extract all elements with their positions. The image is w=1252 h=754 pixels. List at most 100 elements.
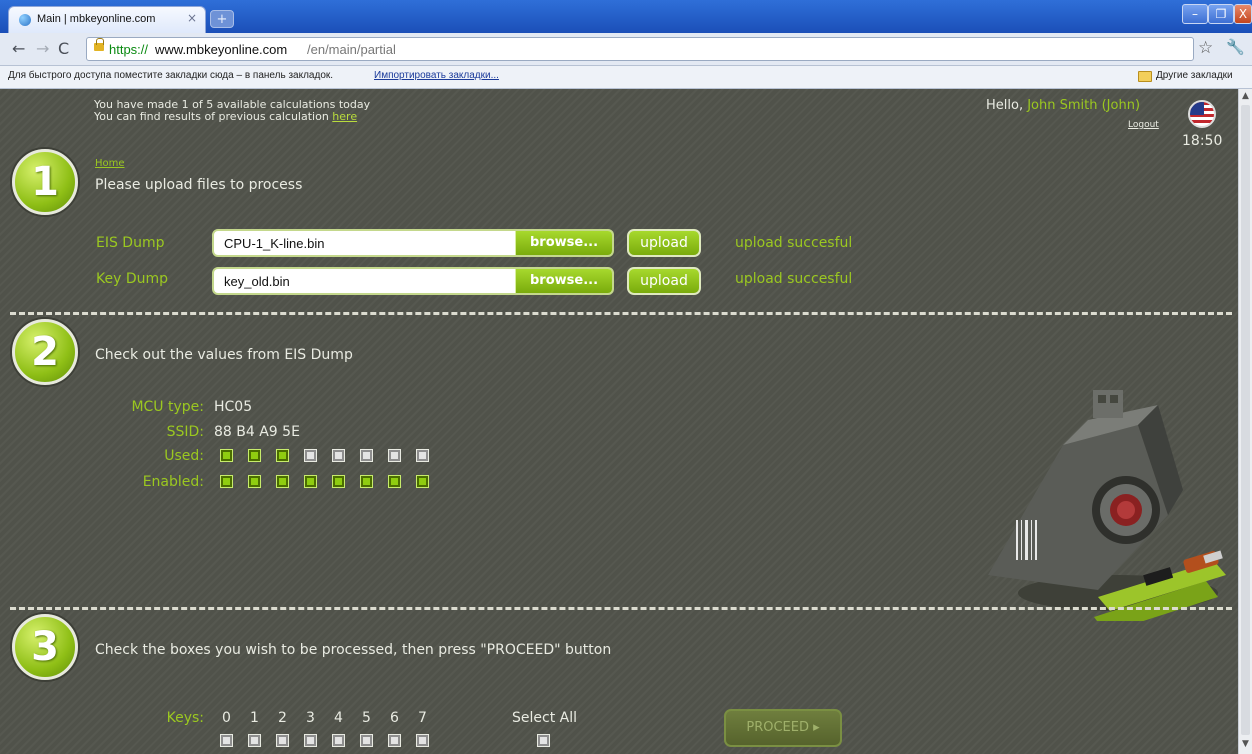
- address-bar[interactable]: https:// www.mbkeyonline.com /en/main/pa…: [86, 37, 1194, 61]
- mcu-type-label: MCU type:: [131, 399, 204, 415]
- vertical-scrollbar[interactable]: ▲ ▼: [1238, 89, 1252, 754]
- key-checkbox-7[interactable]: [416, 734, 429, 747]
- key-checkbox-6[interactable]: [388, 734, 401, 747]
- keys-label: Keys:: [166, 710, 204, 726]
- enabled-key-indicator-3: [304, 475, 317, 488]
- step-3-badge: 3: [12, 614, 78, 680]
- url-path: /en/main/partial: [307, 42, 396, 57]
- browser-toolbar: ← → C https:// www.mbkeyonline.com /en/m…: [0, 33, 1252, 66]
- key-checkbox-0[interactable]: [220, 734, 233, 747]
- greeting-prefix: Hello,: [986, 98, 1028, 113]
- eis-dump-file-input[interactable]: CPU-1_K-line.bin browse...: [212, 229, 614, 257]
- ecu-device-illustration: [988, 390, 1226, 621]
- used-key-indicator-5: [360, 449, 373, 462]
- star-icon[interactable]: ☆: [1198, 38, 1213, 58]
- eis-dump-label: EIS Dump: [96, 235, 165, 251]
- ssid-label: SSID:: [166, 424, 204, 440]
- close-window-button[interactable]: X: [1234, 4, 1252, 24]
- eis-upload-button[interactable]: upload: [627, 229, 701, 257]
- new-tab-button[interactable]: +: [210, 10, 234, 28]
- enabled-key-indicator-7: [416, 475, 429, 488]
- select-all-checkbox[interactable]: [537, 734, 550, 747]
- browser-tab[interactable]: Main | mbkeyonline.com ×: [8, 6, 206, 33]
- minimize-button[interactable]: –: [1182, 4, 1208, 24]
- step-2-heading: Check out the values from EIS Dump: [95, 347, 353, 363]
- reload-button[interactable]: C: [58, 39, 69, 58]
- key-dump-label: Key Dump: [96, 271, 169, 287]
- url-scheme: https://: [109, 42, 149, 57]
- select-all-label: Select All: [512, 710, 577, 726]
- import-bookmarks-link[interactable]: Импортировать закладки...: [374, 70, 499, 81]
- key-number-6: 6: [390, 710, 399, 726]
- logout-link[interactable]: Logout: [1128, 120, 1159, 130]
- forward-button[interactable]: →: [36, 39, 49, 58]
- eis-browse-button[interactable]: browse...: [515, 231, 612, 255]
- other-bookmarks-button[interactable]: Другие закладки: [1156, 70, 1233, 81]
- used-label: Used:: [164, 448, 204, 464]
- key-upload-status: upload succesful: [735, 271, 853, 287]
- scroll-thumb[interactable]: [1241, 105, 1250, 735]
- key-dump-file-input[interactable]: key_old.bin browse...: [212, 267, 614, 295]
- used-key-indicator-1: [248, 449, 261, 462]
- eis-dump-filename: CPU-1_K-line.bin: [224, 236, 325, 251]
- section-divider: [10, 607, 1232, 610]
- url-domain: www.mbkeyonline.com: [155, 42, 288, 57]
- step-3-heading: Check the boxes you wish to be processed…: [95, 642, 612, 658]
- proceed-button[interactable]: PROCEED ▸: [724, 709, 842, 747]
- maximize-button[interactable]: ❐: [1208, 4, 1234, 24]
- used-key-indicator-6: [388, 449, 401, 462]
- key-checkbox-2[interactable]: [276, 734, 289, 747]
- used-key-indicator-2: [276, 449, 289, 462]
- enabled-key-indicator-4: [332, 475, 345, 488]
- enabled-key-indicator-6: [388, 475, 401, 488]
- used-key-indicator-3: [304, 449, 317, 462]
- page-content: You have made 1 of 5 available calculati…: [0, 89, 1238, 754]
- window-titlebar: Main | mbkeyonline.com × + – ❐ X: [0, 0, 1252, 33]
- enabled-key-indicator-2: [276, 475, 289, 488]
- lock-icon: [94, 38, 104, 51]
- enabled-key-indicator-5: [360, 475, 373, 488]
- user-greeting: Hello, John Smith (John): [986, 98, 1140, 113]
- key-number-5: 5: [362, 710, 371, 726]
- tab-title: Main | mbkeyonline.com: [37, 13, 156, 25]
- clock: 18:50: [1182, 133, 1223, 149]
- step-1-heading: Please upload files to process: [95, 177, 303, 193]
- previous-results-link[interactable]: here: [332, 110, 357, 123]
- key-number-0: 0: [222, 710, 231, 726]
- used-key-indicator-7: [416, 449, 429, 462]
- section-divider: [10, 312, 1232, 315]
- key-upload-button[interactable]: upload: [627, 267, 701, 295]
- ssid-value: 88 B4 A9 5E: [214, 424, 300, 440]
- bookmarks-prompt: Для быстрого доступа поместите закладки …: [8, 70, 334, 81]
- step-2-badge: 2: [12, 319, 78, 385]
- bookmarks-bar: Для быстрого доступа поместите закладки …: [0, 66, 1252, 89]
- folder-icon: [1138, 71, 1152, 82]
- wrench-icon[interactable]: 🔧: [1226, 38, 1245, 56]
- previous-results-prefix: You can find results of previous calcula…: [94, 110, 333, 123]
- us-flag-icon[interactable]: [1188, 100, 1216, 128]
- key-number-1: 1: [250, 710, 259, 726]
- mcu-type-value: HC05: [214, 399, 253, 415]
- used-key-indicator-4: [332, 449, 345, 462]
- key-checkbox-5[interactable]: [360, 734, 373, 747]
- favicon-icon: [19, 14, 31, 26]
- key-number-7: 7: [418, 710, 427, 726]
- previous-results-text: You can find results of previous calcula…: [94, 111, 357, 123]
- key-number-2: 2: [278, 710, 287, 726]
- enabled-key-indicator-0: [220, 475, 233, 488]
- scroll-up-arrow-icon[interactable]: ▲: [1240, 91, 1251, 103]
- user-name: John Smith (John): [1027, 98, 1141, 113]
- enabled-label: Enabled:: [142, 474, 204, 490]
- back-button[interactable]: ←: [12, 39, 25, 58]
- eis-upload-status: upload succesful: [735, 235, 853, 251]
- key-browse-button[interactable]: browse...: [515, 269, 612, 293]
- scroll-down-arrow-icon[interactable]: ▼: [1240, 739, 1251, 751]
- breadcrumb-home[interactable]: Home: [95, 158, 125, 169]
- key-checkbox-3[interactable]: [304, 734, 317, 747]
- enabled-key-indicator-1: [248, 475, 261, 488]
- key-checkbox-4[interactable]: [332, 734, 345, 747]
- key-checkbox-1[interactable]: [248, 734, 261, 747]
- key-number-3: 3: [306, 710, 315, 726]
- close-tab-icon[interactable]: ×: [187, 11, 197, 25]
- step-1-badge: 1: [12, 149, 78, 215]
